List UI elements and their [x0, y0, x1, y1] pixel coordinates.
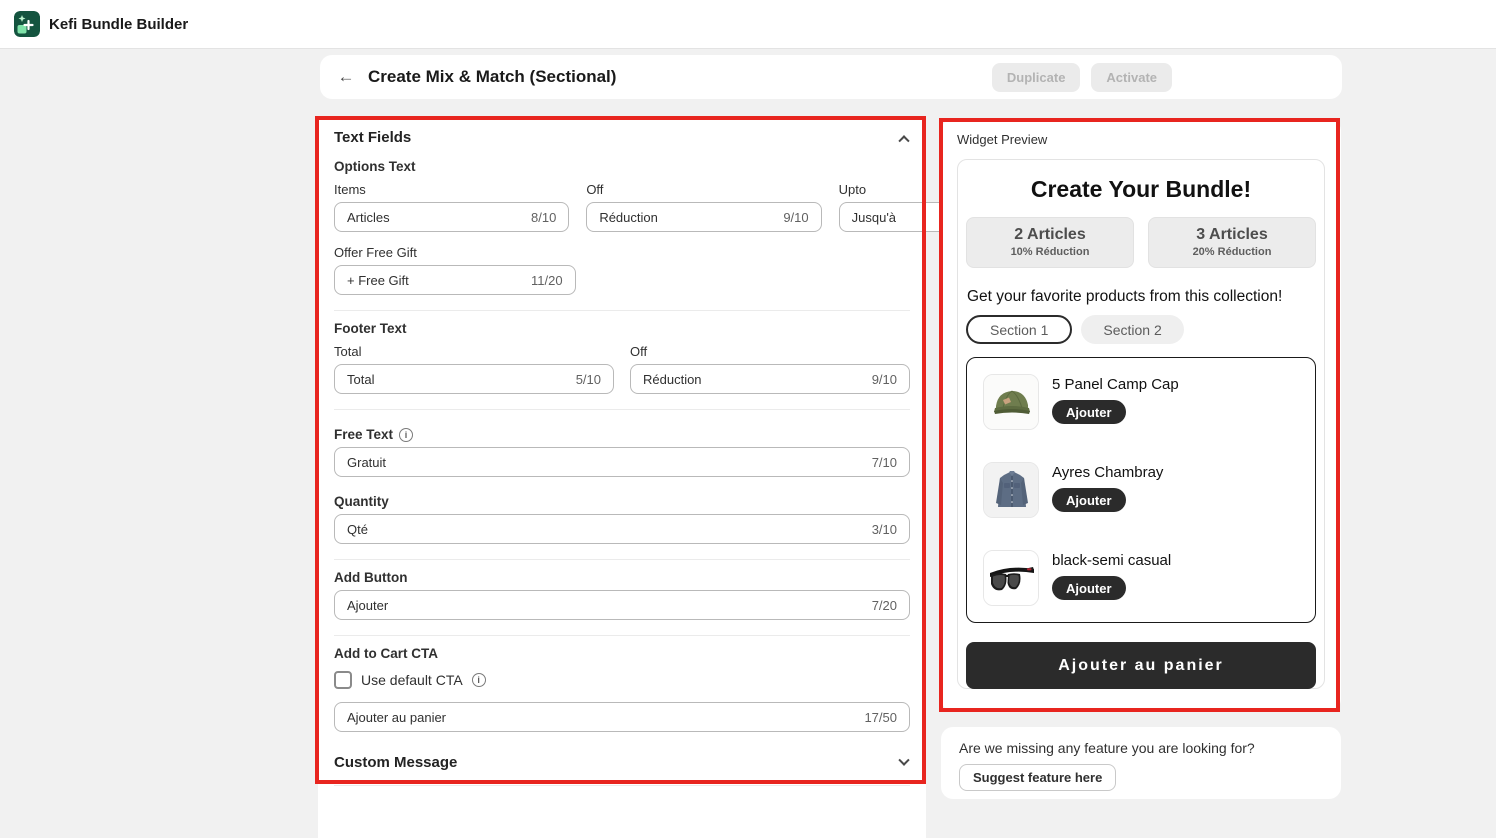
product-row: black-semi casual Ajouter [983, 550, 1299, 606]
kefi-logo-icon [14, 11, 40, 37]
options-off-label: Off [586, 182, 821, 197]
text-fields-content: Options Text Items 8/10 Off 9/10 Upto [318, 150, 926, 786]
add-button-counter: 7/20 [872, 598, 897, 613]
offer-free-gift-field: 11/20 [334, 265, 576, 295]
widget-preview-panel: Widget Preview Create Your Bundle! 2 Art… [941, 119, 1341, 711]
total-label: Total [334, 344, 614, 359]
feature-suggestion-card: Are we missing any feature you are looki… [941, 727, 1341, 799]
tier-discount-label: 20% Réduction [1149, 246, 1315, 258]
divider [334, 635, 910, 636]
divider [334, 409, 910, 410]
info-icon[interactable]: i [399, 428, 413, 442]
total-field: 5/10 [334, 364, 614, 394]
chambray-shirt-image [983, 462, 1039, 518]
widget-preview-label: Widget Preview [957, 132, 1325, 147]
quantity-input[interactable] [347, 522, 864, 537]
duplicate-button[interactable]: Duplicate [992, 63, 1081, 92]
free-text-field: 7/10 [334, 447, 910, 477]
use-default-cta-checkbox[interactable] [334, 671, 352, 689]
add-to-cart-cta-counter: 17/50 [864, 710, 897, 725]
suggest-feature-button[interactable]: Suggest feature here [959, 764, 1116, 791]
free-text-counter: 7/10 [872, 455, 897, 470]
custom-message-section-header[interactable]: Custom Message [334, 740, 910, 771]
tier-discount-label: 10% Réduction [967, 246, 1133, 258]
quantity-field: 3/10 [334, 514, 910, 544]
add-to-cart-cta-button[interactable]: Ajouter au panier [966, 642, 1316, 689]
add-button-field: 7/20 [334, 590, 910, 620]
page-title: Create Mix & Match (Sectional) [368, 67, 616, 87]
top-bar: Kefi Bundle Builder [0, 0, 1496, 49]
options-off-field: 9/10 [586, 202, 821, 232]
product-row: 5 Panel Camp Cap Ajouter [983, 374, 1299, 430]
quantity-counter: 3/10 [872, 522, 897, 537]
options-off-counter: 9/10 [783, 210, 808, 225]
free-text-label: Free Text [334, 427, 393, 442]
footer-text-group-title: Footer Text [334, 321, 910, 336]
add-to-cart-cta-label: Add to Cart CTA [334, 646, 910, 661]
options-off-input[interactable] [599, 210, 775, 225]
offer-free-gift-label: Offer Free Gift [334, 245, 910, 260]
chevron-up-icon [898, 135, 909, 146]
footer-off-counter: 9/10 [872, 372, 897, 387]
product-name: 5 Panel Camp Cap [1052, 376, 1179, 393]
custom-message-section-title: Custom Message [334, 754, 457, 771]
sunglasses-image [983, 550, 1039, 606]
tier-items-label: 3 Articles [1149, 226, 1315, 244]
section-2-tab[interactable]: Section 2 [1081, 315, 1183, 344]
camp-cap-image [983, 374, 1039, 430]
offer-free-gift-counter: 11/20 [531, 273, 563, 288]
product-row: Ayres Chambray Ajouter [983, 462, 1299, 518]
total-input[interactable] [347, 372, 568, 387]
product-add-button[interactable]: Ajouter [1052, 400, 1126, 424]
product-add-button[interactable]: Ajouter [1052, 576, 1126, 600]
add-to-cart-cta-input[interactable] [347, 710, 856, 725]
section-1-tab[interactable]: Section 1 [966, 315, 1072, 344]
widget-preview-card: Create Your Bundle! 2 Articles 10% Réduc… [957, 159, 1325, 689]
add-button-input[interactable] [347, 598, 864, 613]
divider [334, 310, 910, 311]
product-name: black-semi casual [1052, 552, 1171, 569]
product-name: Ayres Chambray [1052, 464, 1163, 481]
items-counter: 8/10 [531, 210, 556, 225]
preview-subtitle: Get your favorite products from this col… [967, 288, 1316, 306]
total-counter: 5/10 [576, 372, 601, 387]
tier-option-2-articles[interactable]: 2 Articles 10% Réduction [966, 217, 1134, 268]
feature-suggestion-text: Are we missing any feature you are looki… [959, 740, 1323, 756]
options-text-group-title: Options Text [334, 159, 910, 174]
free-text-input[interactable] [347, 455, 864, 470]
page-header: ← Create Mix & Match (Sectional) Duplica… [320, 55, 1342, 99]
footer-off-field: 9/10 [630, 364, 910, 394]
tier-items-label: 2 Articles [967, 226, 1133, 244]
add-to-cart-cta-field: 17/50 [334, 702, 910, 732]
add-button-label: Add Button [334, 570, 910, 585]
divider [334, 559, 910, 560]
bundle-title: Create Your Bundle! [966, 176, 1316, 203]
activate-button[interactable]: Activate [1091, 63, 1172, 92]
items-label: Items [334, 182, 569, 197]
back-arrow-icon[interactable]: ← [334, 65, 358, 89]
info-icon[interactable]: i [472, 673, 486, 687]
product-add-button[interactable]: Ajouter [1052, 488, 1126, 512]
tier-option-3-articles[interactable]: 3 Articles 20% Réduction [1148, 217, 1316, 268]
footer-off-label: Off [630, 344, 910, 359]
app-title: Kefi Bundle Builder [49, 16, 188, 33]
text-fields-section-header[interactable]: Text Fields [318, 117, 926, 150]
use-default-cta-label: Use default CTA [361, 672, 463, 688]
text-fields-panel: Text Fields Options Text Items 8/10 Off … [318, 117, 926, 838]
text-fields-section-title: Text Fields [334, 129, 411, 146]
chevron-down-icon [898, 754, 909, 765]
items-input[interactable] [347, 210, 523, 225]
offer-free-gift-input[interactable] [347, 273, 523, 288]
quantity-label: Quantity [334, 494, 910, 509]
products-box: 5 Panel Camp Cap Ajouter [966, 357, 1316, 623]
items-field: 8/10 [334, 202, 569, 232]
footer-off-input[interactable] [643, 372, 864, 387]
